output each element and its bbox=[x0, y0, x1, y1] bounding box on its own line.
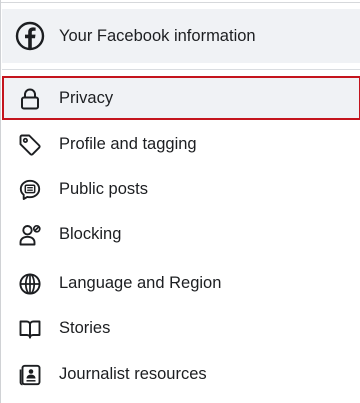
menu-item-public-posts[interactable]: Public posts bbox=[2, 167, 360, 211]
lock-icon bbox=[18, 87, 42, 111]
menu-item-label: Profile and tagging bbox=[59, 135, 197, 153]
person-blocked-icon bbox=[18, 223, 42, 247]
id-card-icon bbox=[18, 363, 42, 387]
menu-item-profile-and-tagging[interactable]: Profile and tagging bbox=[2, 122, 360, 166]
tag-icon bbox=[18, 133, 42, 157]
menu-item-privacy[interactable]: Privacy bbox=[2, 76, 360, 120]
settings-panel: Your Facebook information Privacy Profil… bbox=[0, 0, 360, 403]
globe-icon bbox=[18, 272, 42, 296]
speech-bubble-icon bbox=[18, 178, 42, 202]
menu-item-label: Language and Region bbox=[59, 274, 222, 292]
menu-item-stories[interactable]: Stories bbox=[2, 306, 360, 350]
menu-item-journalist-resources[interactable]: Journalist resources bbox=[2, 352, 360, 396]
menu-item-label: Blocking bbox=[59, 225, 122, 243]
menu-item-label: Public posts bbox=[59, 180, 148, 198]
menu-item-language-and-region[interactable]: Language and Region bbox=[2, 261, 360, 305]
menu-item-label: Journalist resources bbox=[59, 365, 207, 383]
menu-item-label: Privacy bbox=[59, 89, 114, 107]
book-icon bbox=[18, 317, 42, 341]
settings-menu: Privacy Profile and tagging Public posts… bbox=[1, 0, 360, 403]
menu-item-blocking[interactable]: Blocking bbox=[2, 212, 360, 256]
menu-item-label: Stories bbox=[59, 319, 111, 337]
